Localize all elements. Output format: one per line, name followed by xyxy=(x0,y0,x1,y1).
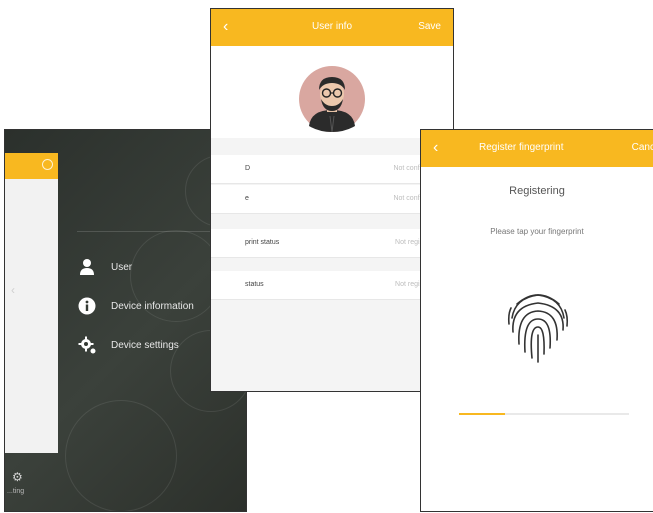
save-button[interactable]: Save xyxy=(418,21,441,32)
menu-item-label: Device settings xyxy=(111,339,179,351)
settings-label: ...ting xyxy=(7,488,25,495)
avatar-section xyxy=(211,46,453,138)
gear-icon xyxy=(77,335,97,355)
avatar[interactable] xyxy=(299,66,365,132)
page-title: Register fingerprint xyxy=(479,142,564,153)
settings-icon[interactable]: ⚙ xyxy=(12,470,23,484)
drawer-menu-screen: ‹ User › Device information › Device set… xyxy=(5,130,246,511)
progress-bar xyxy=(459,413,629,415)
user-info-header: ‹ User info Save xyxy=(211,9,453,46)
decorative-circle xyxy=(65,400,177,511)
register-fingerprint-screen: ‹ Register fingerprint Canc Registering … xyxy=(421,130,653,511)
info-icon xyxy=(77,296,97,316)
info-row-label: print status xyxy=(245,239,280,246)
chevron-left-icon[interactable]: ‹ xyxy=(433,139,438,157)
page-title: User info xyxy=(311,21,352,32)
info-row[interactable]: e Not configured xyxy=(211,185,453,214)
info-row-label: status xyxy=(245,281,264,288)
info-row[interactable]: status Not registered xyxy=(211,271,453,300)
register-fingerprint-header: ‹ Register fingerprint Canc xyxy=(421,130,653,167)
info-row[interactable]: print status Not registered xyxy=(211,229,453,258)
fingerprint-icon xyxy=(507,294,569,363)
menu-item-label: Device information xyxy=(111,300,194,312)
info-row[interactable]: D Not configured xyxy=(211,155,453,184)
registering-heading: Registering xyxy=(509,185,565,197)
info-row-label: D xyxy=(245,165,251,172)
instruction-text: Please tap your fingerprint xyxy=(490,227,584,236)
cancel-button[interactable]: Canc xyxy=(632,142,653,153)
user-icon xyxy=(77,257,97,277)
chevron-left-icon: ‹ xyxy=(11,283,15,297)
background-app-panel[interactable]: ‹ xyxy=(5,153,58,453)
settings-icon xyxy=(42,159,53,170)
info-row-label: e xyxy=(245,195,249,202)
menu-item-label: User xyxy=(111,261,133,273)
background-app-header xyxy=(5,153,58,179)
user-info-screen: ‹ User info Save D Not configured e Not … xyxy=(211,9,453,391)
progress-fill xyxy=(459,413,505,415)
